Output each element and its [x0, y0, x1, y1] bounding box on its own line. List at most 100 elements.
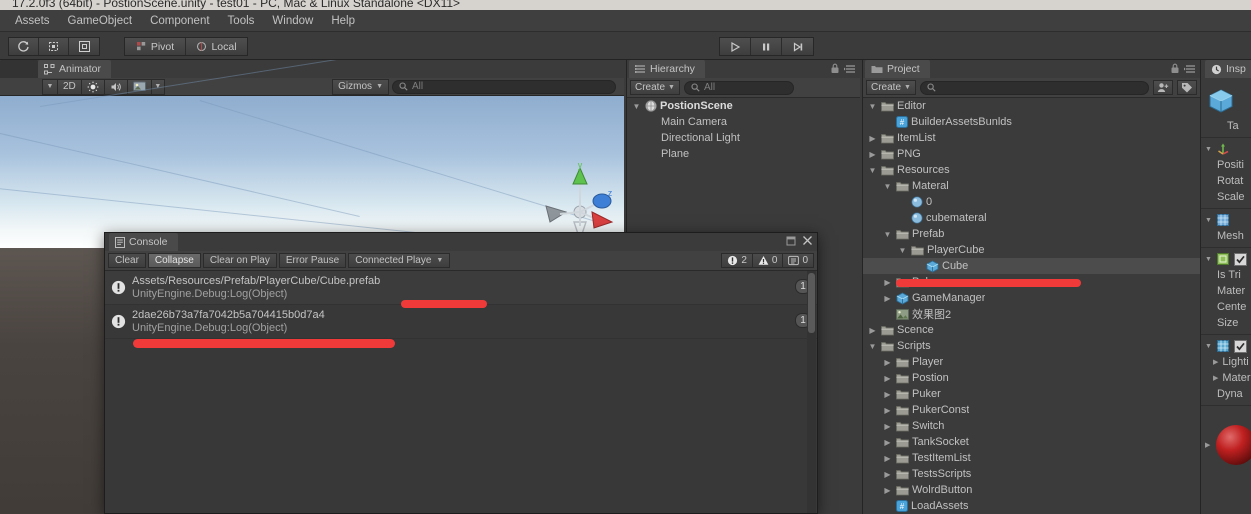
chevron-right-icon[interactable]: ▶ [882, 454, 893, 463]
tab-inspector[interactable]: Insp [1205, 60, 1251, 78]
chevron-down-icon[interactable]: ▼ [882, 230, 893, 239]
project-item-puker[interactable]: ▶ Puker [863, 386, 1200, 402]
project-item-pukerconst[interactable]: ▶ PukerConst [863, 402, 1200, 418]
two-d-toggle-button[interactable]: 2D [57, 78, 82, 95]
console-scrollbar-thumb[interactable] [808, 273, 815, 333]
lighting-toggle-button[interactable] [80, 78, 105, 95]
inspector-dynamic-row[interactable]: Dyna [1201, 386, 1251, 402]
inspector-rotation-row[interactable]: Rotat [1201, 173, 1251, 189]
console-clear-button[interactable]: Clear [108, 253, 146, 268]
console-error-counter[interactable]: 2 [721, 253, 753, 268]
chevron-right-icon[interactable]: ▶ [882, 486, 893, 495]
console-error-pause-button[interactable]: Error Pause [278, 253, 347, 268]
project-item-0[interactable]: 0 [863, 194, 1200, 210]
menu-window[interactable]: Window [263, 13, 322, 29]
console-scrollbar[interactable] [807, 271, 816, 513]
inspector-boxcollider-header[interactable]: ▼ [1201, 251, 1251, 267]
console-clear-on-play-button[interactable]: Clear on Play [202, 253, 277, 268]
scale-tool-button[interactable] [69, 38, 99, 55]
project-item-switch[interactable]: ▶ Switch [863, 418, 1200, 434]
pause-button[interactable] [751, 38, 782, 55]
project-label-button[interactable] [1177, 80, 1197, 95]
hierarchy-item-plane[interactable]: Plane [627, 146, 860, 162]
tab-hierarchy[interactable]: Hierarchy [629, 60, 705, 78]
project-item-loadassets[interactable]: # LoadAssets [863, 498, 1200, 514]
inspector-material-preview[interactable]: ▶ [1201, 419, 1251, 471]
scene-search-input[interactable]: All [392, 79, 616, 94]
inspector-transform-header[interactable]: ▼ [1201, 141, 1251, 157]
inspector-lighting-row[interactable]: ▶ Lighti [1201, 354, 1251, 370]
menu-component[interactable]: Component [141, 13, 218, 29]
play-button[interactable] [720, 38, 751, 55]
project-item-resources[interactable]: ▼ Resources [863, 162, 1200, 178]
chevron-right-icon[interactable]: ▶ [882, 470, 893, 479]
project-create-button[interactable]: Create ▼ [866, 80, 916, 95]
project-search-input[interactable] [919, 80, 1149, 95]
tab-project[interactable]: Project [865, 60, 930, 78]
lock-icon[interactable] [1170, 63, 1180, 74]
chevron-right-icon[interactable]: ▶ [867, 150, 878, 159]
inspector-istrigger-row[interactable]: Is Tri [1201, 267, 1251, 283]
console-connected-player-dropdown[interactable]: Connected Playe ▼ [348, 253, 451, 268]
inspector-mesh-row[interactable]: Mesh [1201, 228, 1251, 244]
panel-menu-icon[interactable] [1184, 64, 1196, 74]
chevron-right-icon[interactable]: ▶ [882, 438, 893, 447]
project-item-itemlist[interactable]: ▶ ItemList [863, 130, 1200, 146]
chevron-down-icon[interactable]: ▼ [897, 246, 908, 255]
chevron-right-icon[interactable]: ▶ [882, 374, 893, 383]
console-info-counter[interactable]: 0 [782, 253, 814, 268]
inspector-position-row[interactable]: Positi [1201, 157, 1251, 173]
chevron-down-icon[interactable]: ▼ [631, 102, 642, 111]
rect-tool-button[interactable] [39, 38, 69, 55]
project-item-playercube[interactable]: ▼ PlayerCube [863, 242, 1200, 258]
tab-animator[interactable]: Animator [38, 60, 112, 78]
project-item-cubemateral[interactable]: cubemateral [863, 210, 1200, 226]
hierarchy-create-button[interactable]: Create ▼ [630, 80, 680, 95]
project-item-png[interactable]: ▶ PNG [863, 146, 1200, 162]
chevron-right-icon[interactable]: ▶ [882, 278, 893, 287]
enabled-checkbox[interactable] [1233, 252, 1247, 266]
project-item-tanksocket[interactable]: ▶ TankSocket [863, 434, 1200, 450]
console-collapse-button[interactable]: Collapse [147, 253, 201, 268]
project-item-scripts[interactable]: ▼ Scripts [863, 338, 1200, 354]
project-item-prefab[interactable]: ▼ Prefab [863, 226, 1200, 242]
project-item-builderassetsbunlds[interactable]: # BuilderAssetsBunlds [863, 114, 1200, 130]
menu-gameobject[interactable]: GameObject [59, 13, 142, 29]
inspector-center-row[interactable]: Cente [1201, 299, 1251, 315]
inspector-materials-row[interactable]: ▶ Mater [1201, 370, 1251, 386]
project-item-cube[interactable]: Cube [863, 258, 1200, 274]
chevron-down-icon[interactable]: ▼ [867, 166, 878, 175]
panel-menu-icon[interactable] [844, 64, 856, 74]
lock-icon[interactable] [830, 63, 840, 74]
project-item-scence[interactable]: ▶ Scence [863, 322, 1200, 338]
chevron-right-icon[interactable]: ▶ [882, 390, 893, 399]
rotate-tool-button[interactable] [9, 38, 39, 55]
inspector-meshfilter-header[interactable]: ▼ [1201, 212, 1251, 228]
project-item-pukers[interactable]: ▶Pukers [863, 274, 1200, 290]
chevron-right-icon[interactable]: ▶ [867, 326, 878, 335]
local-toggle-button[interactable]: Local [186, 38, 247, 55]
project-item-testitemlist[interactable]: ▶ TestItemList [863, 450, 1200, 466]
inspector-scale-row[interactable]: Scale [1201, 189, 1251, 205]
step-button[interactable] [782, 38, 813, 55]
close-icon[interactable] [802, 235, 813, 246]
pivot-toggle-button[interactable]: Pivot [125, 38, 186, 55]
hierarchy-search-input[interactable]: All [683, 80, 794, 95]
project-item-wolrdbutton[interactable]: ▶ WolrdButton [863, 482, 1200, 498]
chevron-right-icon[interactable]: ▶ [882, 406, 893, 415]
inspector-size-row[interactable]: Size [1201, 315, 1251, 331]
console-log-entry[interactable]: 2dae26b73a7fa7042b5a704415b0d7a4 UnityEng… [105, 305, 817, 339]
chevron-down-icon[interactable]: ▼ [867, 342, 878, 351]
chevron-down-icon[interactable]: ▼ [882, 182, 893, 191]
menu-tools[interactable]: Tools [219, 13, 264, 29]
chevron-right-icon[interactable]: ▶ [867, 134, 878, 143]
chevron-right-icon[interactable]: ▶ [882, 358, 893, 367]
chevron-down-icon[interactable]: ▼ [867, 102, 878, 111]
hierarchy-item-main-camera[interactable]: Main Camera [627, 114, 860, 130]
inspector-meshrenderer-header[interactable]: ▼ [1201, 338, 1251, 354]
draw-mode-dropdown[interactable]: ▼ [42, 78, 58, 95]
project-item-materal[interactable]: ▼ Materal [863, 178, 1200, 194]
project-item-postion[interactable]: ▶ Postion [863, 370, 1200, 386]
chevron-right-icon[interactable]: ▶ [882, 294, 893, 303]
tab-scene-hidden[interactable] [0, 60, 38, 78]
